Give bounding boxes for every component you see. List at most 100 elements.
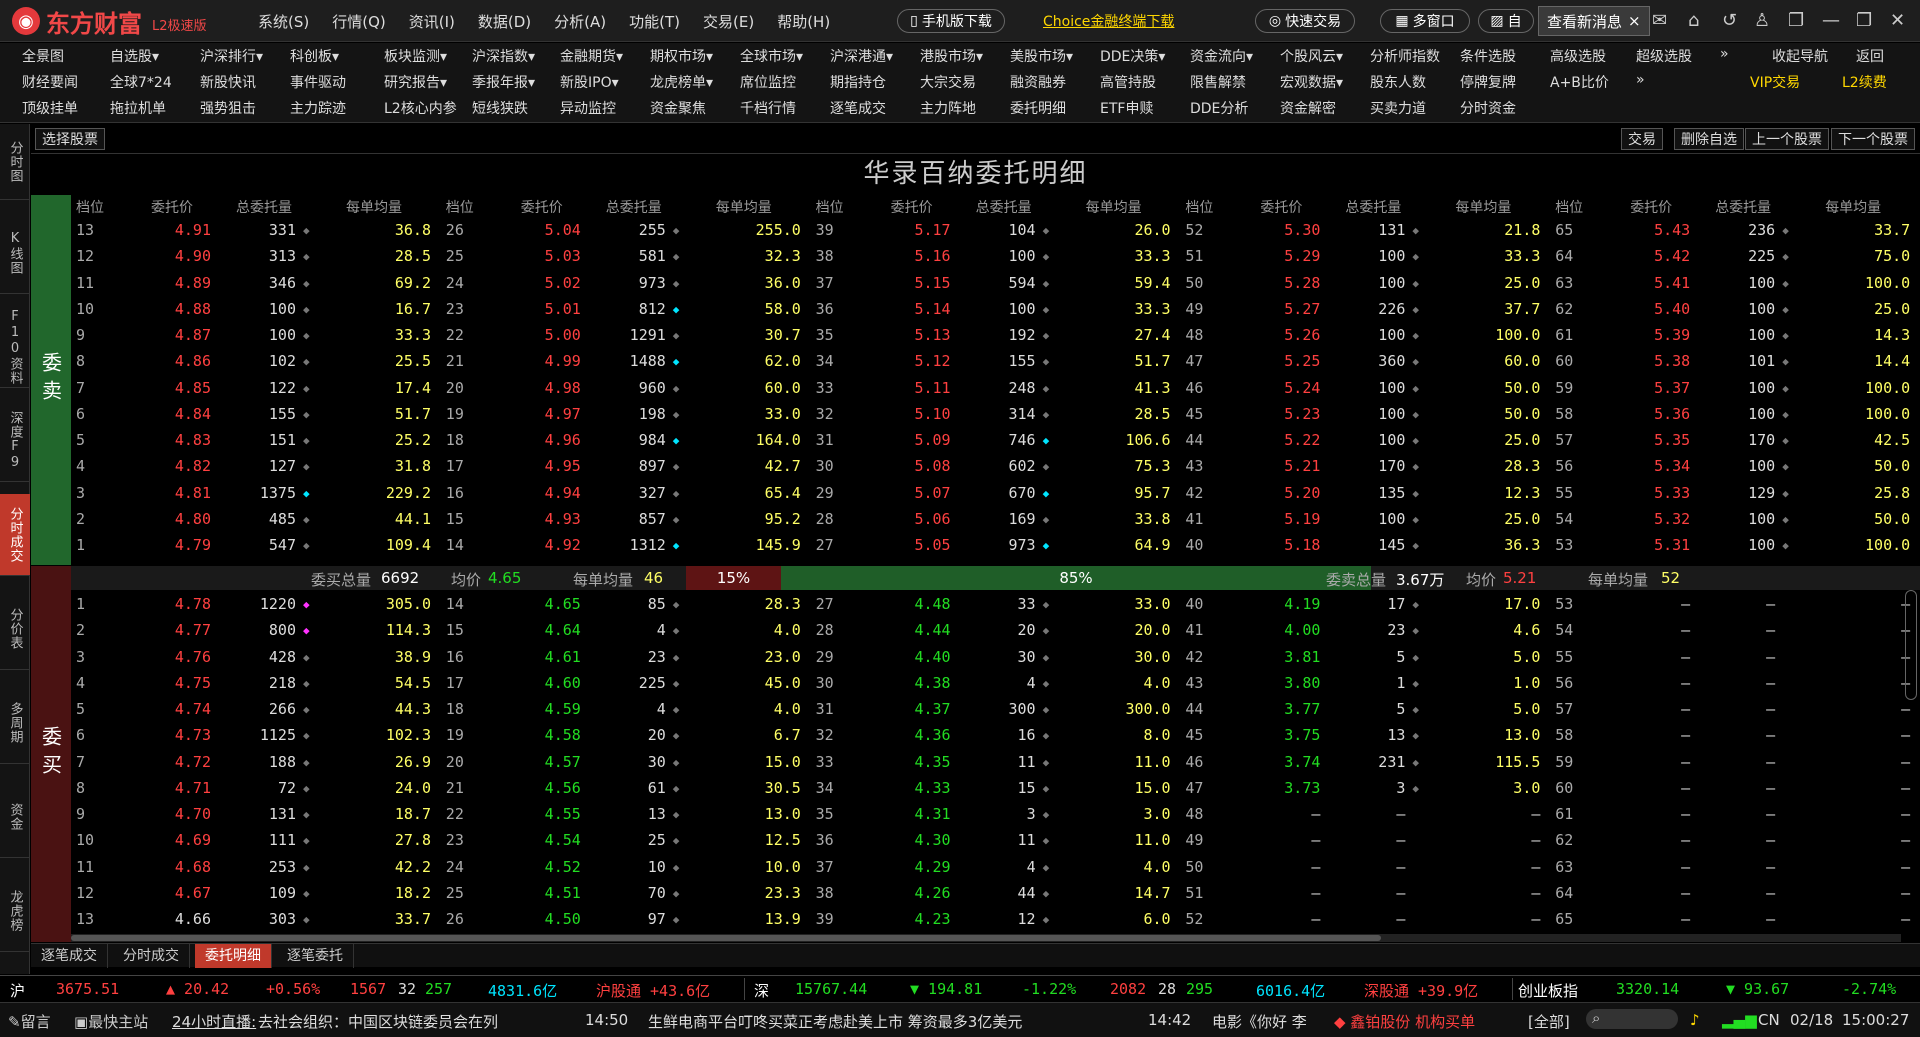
toolbar-item[interactable]: 收起导航 — [1772, 46, 1828, 66]
search-box[interactable]: ⌕ — [1586, 1009, 1678, 1029]
bell-icon[interactable]: ♪ — [1690, 1011, 1700, 1029]
bottom-tab-0[interactable]: 逐笔成交 — [31, 944, 108, 968]
toolbar-item[interactable]: A+B比价 — [1550, 72, 1609, 92]
toolbar-item[interactable]: » — [1636, 72, 1645, 88]
toolbar-item[interactable]: 主力阵地 — [920, 98, 976, 118]
toolbar-item[interactable]: 季报年报▾ — [472, 72, 535, 92]
toolbar-item[interactable]: 主力踪迹 — [290, 98, 346, 118]
toolbar-item[interactable]: 大宗交易 — [920, 72, 976, 92]
toolbar-item[interactable]: 个股风云▾ — [1280, 46, 1343, 66]
left-tab-0[interactable]: 分时图 — [0, 124, 30, 200]
sz-label[interactable]: 深 — [754, 980, 769, 1001]
toolbar-item[interactable]: 千档行情 — [740, 98, 796, 118]
toolbar-item[interactable]: 逐笔成交 — [830, 98, 886, 118]
toolbar-item[interactable]: 资金流向▾ — [1190, 46, 1253, 66]
vertical-scroll-handle[interactable] — [1905, 590, 1917, 700]
toolbar-item[interactable]: ETF申赎 — [1100, 98, 1153, 118]
toolbar-item[interactable]: 龙虎榜单▾ — [650, 72, 713, 92]
left-tab-8[interactable]: 龙虎榜 — [0, 870, 30, 952]
mobile-download-button[interactable]: ▯ 手机版下载 — [897, 9, 1005, 33]
toolbar-item[interactable]: 异动监控 — [560, 98, 616, 118]
toolbar-item[interactable]: 买卖力道 — [1370, 98, 1426, 118]
menu-item-1[interactable]: 行情(Q) — [332, 11, 386, 32]
toolbar-item[interactable]: 股东人数 — [1370, 72, 1426, 92]
message-button[interactable]: ✎留言 — [8, 1011, 51, 1032]
toolbar-item[interactable]: 事件驱动 — [290, 72, 346, 92]
toolbar-item[interactable]: 全景图 — [22, 46, 64, 66]
toolbar-item[interactable]: 短线狭跌 — [472, 98, 528, 118]
remove-favorite-button[interactable]: 删除自选 — [1674, 128, 1744, 150]
alert-scope[interactable]: [全部] — [1528, 1011, 1570, 1032]
minimize-icon[interactable]: — — [1822, 10, 1840, 31]
sh-label[interactable]: 沪 — [10, 980, 25, 1001]
bottom-tab-1[interactable]: 分时成交 — [113, 944, 190, 968]
toolbar-item[interactable]: VIP交易 — [1750, 72, 1800, 92]
close-icon[interactable]: × — [1628, 12, 1641, 30]
toolbar-item[interactable]: 分析师指数 — [1370, 46, 1440, 66]
toolbar-item[interactable]: 板块监测▾ — [384, 46, 447, 66]
toolbar-item[interactable]: 分时资金 — [1460, 98, 1516, 118]
live-feed-link[interactable]: 24小时直播: — [172, 1011, 256, 1032]
back-icon[interactable]: ↺ — [1722, 10, 1737, 31]
toolbar-item[interactable]: 港股市场▾ — [920, 46, 983, 66]
toolbar-item[interactable]: 资金聚焦 — [650, 98, 706, 118]
toolbar-item[interactable]: 金融期货▾ — [560, 46, 623, 66]
home-icon[interactable]: ⌂ — [1688, 10, 1699, 31]
left-tab-2[interactable]: F10资料 — [0, 306, 30, 388]
cy-label[interactable]: 创业板指 — [1518, 980, 1578, 1001]
left-tab-6[interactable]: 多周期 — [0, 682, 30, 764]
menu-item-5[interactable]: 功能(T) — [629, 11, 680, 32]
bottom-tab-3[interactable]: 逐笔委托 — [277, 944, 354, 968]
prev-stock-button[interactable]: 上一个股票 — [1745, 128, 1829, 150]
multi-window-button[interactable]: ▦ 多窗口 — [1380, 9, 1470, 33]
toolbar-item[interactable]: 期指持仓 — [830, 72, 886, 92]
toolbar-item[interactable]: 高管持股 — [1100, 72, 1156, 92]
news-item-3[interactable]: 电影《你好 李 — [1212, 1011, 1330, 1032]
toolbar-item[interactable]: 资金解密 — [1280, 98, 1336, 118]
next-stock-button[interactable]: 下一个股票 — [1831, 128, 1915, 150]
left-tab-4[interactable]: 分时成交 — [0, 494, 30, 576]
self-select-button[interactable]: ▨ 自 — [1478, 9, 1534, 33]
maximize-icon[interactable]: ❐ — [1856, 10, 1872, 31]
left-tab-7[interactable]: 资金 — [0, 776, 30, 858]
toolbar-item[interactable]: 科创板▾ — [290, 46, 339, 66]
toolbar-item[interactable]: L2核心内参 — [384, 98, 457, 118]
toolbar-item[interactable]: 席位监控 — [740, 72, 796, 92]
toolbar-item[interactable]: 委托明细 — [1010, 98, 1066, 118]
horizontal-scrollbar[interactable] — [71, 934, 1901, 942]
window-close-icon[interactable]: ✕ — [1890, 10, 1905, 31]
left-tab-3[interactable]: 深度F9 — [0, 400, 30, 482]
menu-item-3[interactable]: 数据(D) — [478, 11, 531, 32]
toolbar-item[interactable]: 条件选股 — [1460, 46, 1516, 66]
toolbar-item[interactable]: 期权市场▾ — [650, 46, 713, 66]
toolbar-item[interactable]: 沪深港通▾ — [830, 46, 893, 66]
toolbar-item[interactable]: 新股IPO▾ — [560, 72, 619, 92]
toolbar-item[interactable]: 沪深指数▾ — [472, 46, 535, 66]
left-tab-1[interactable]: K线图 — [0, 212, 30, 294]
skin-icon[interactable]: ♙ — [1754, 10, 1770, 31]
toolbar-item[interactable]: 限售解禁 — [1190, 72, 1246, 92]
toolbar-item[interactable]: 全球市场▾ — [740, 46, 803, 66]
toolbar-item[interactable]: 全球7*24 — [110, 72, 172, 92]
toolbar-item[interactable]: 融资融券 — [1010, 72, 1066, 92]
left-tab-5[interactable]: 分价表 — [0, 588, 30, 670]
menu-item-2[interactable]: 资讯(I) — [409, 11, 455, 32]
news-item-2[interactable]: 生鲜电商平台叮咚买菜正考虑赴美上市 筹资最多3亿美元 — [648, 1011, 1022, 1032]
toolbar-item[interactable]: » — [1720, 46, 1729, 62]
toolbar-item[interactable]: 沪深排行▾ — [200, 46, 263, 66]
toolbar-item[interactable]: 强势狙击 — [200, 98, 256, 118]
toolbar-item[interactable]: 自选股▾ — [110, 46, 159, 66]
toolbar-item[interactable]: 停牌复牌 — [1460, 72, 1516, 92]
toolbar-item[interactable]: 拖拉机单 — [110, 98, 166, 118]
fast-main-button[interactable]: ▣最快主站 — [74, 1011, 148, 1032]
toolbar-item[interactable]: 返回 — [1856, 46, 1884, 66]
menu-item-7[interactable]: 帮助(H) — [777, 11, 830, 32]
toolbar-item[interactable]: 宏观数据▾ — [1280, 72, 1343, 92]
bottom-tab-2[interactable]: 委托明细 — [195, 944, 272, 968]
toolbar-item[interactable]: 高级选股 — [1550, 46, 1606, 66]
toolbar-item[interactable]: 美股市场▾ — [1010, 46, 1073, 66]
quick-trade-button[interactable]: ◎ 快速交易 — [1255, 9, 1355, 33]
new-message-popup[interactable]: 查看新消息 × — [1538, 6, 1650, 36]
mail-icon[interactable]: ✉ — [1652, 10, 1667, 31]
toolbar-item[interactable]: 超级选股 — [1636, 46, 1692, 66]
